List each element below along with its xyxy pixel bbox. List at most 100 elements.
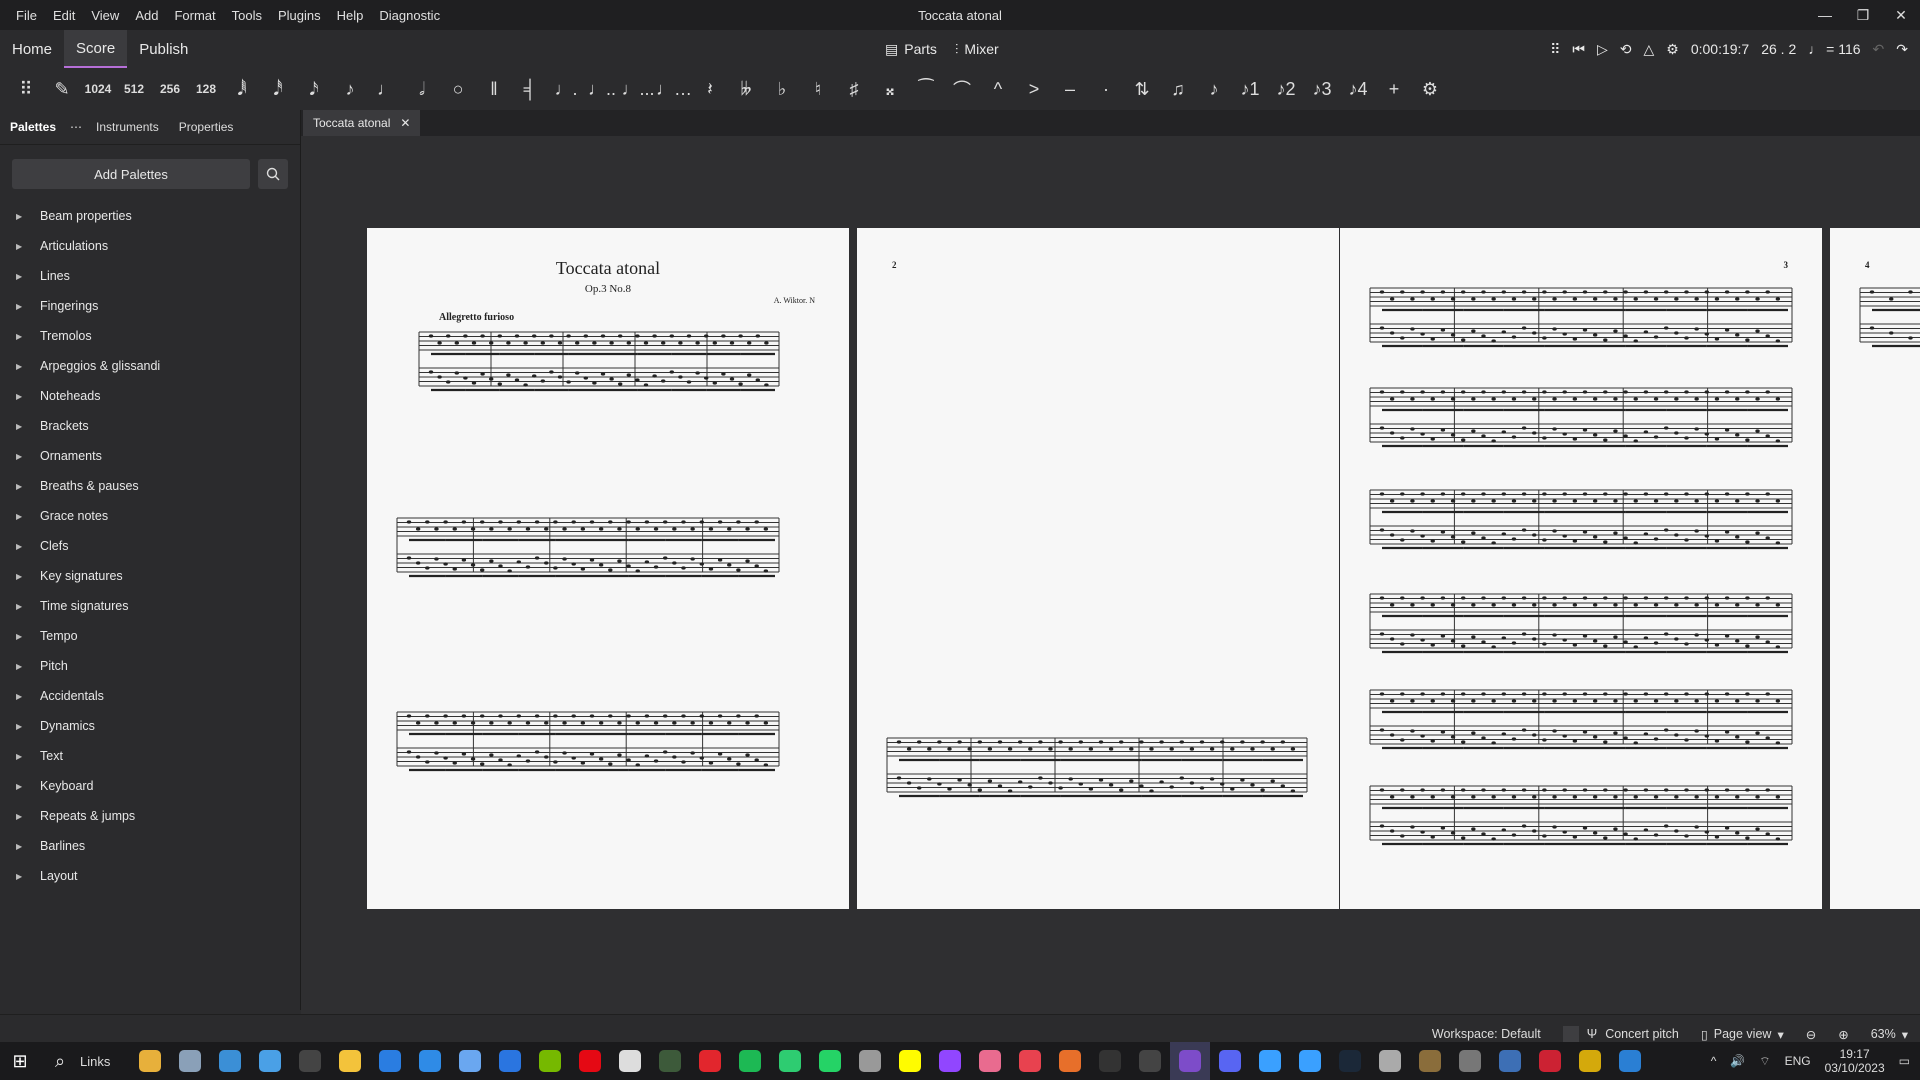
taskbar-app-icon[interactable] (170, 1042, 210, 1080)
play-icon[interactable]: ▷ (1597, 41, 1608, 58)
taskbar-app-icon[interactable] (770, 1042, 810, 1080)
zoom-out-icon[interactable]: ⊖ (1806, 1027, 1816, 1042)
natural-icon[interactable]: ♮ (800, 71, 836, 107)
mixer-button[interactable]: ⫶ Mixer (955, 41, 999, 58)
menu-plugins[interactable]: Plugins (270, 8, 329, 23)
taskbar-app-icon[interactable] (1250, 1042, 1290, 1080)
voice-4-icon[interactable]: ♪4 (1340, 71, 1376, 107)
playback-settings-icon[interactable]: ⚙ (1666, 41, 1679, 58)
parts-button[interactable]: ▤ Parts (885, 41, 937, 58)
triple-dot-icon[interactable]: ♩... (620, 71, 656, 107)
taskbar-app-icon[interactable] (1330, 1042, 1370, 1080)
palette-accidentals[interactable]: ▶ Accidentals (0, 681, 300, 711)
taskbar-app-icon[interactable] (1610, 1042, 1650, 1080)
duration-512[interactable]: 512 (116, 71, 152, 107)
palette-noteheads[interactable]: ▶ Noteheads (0, 381, 300, 411)
duration-32nd-icon[interactable]: 𝅘𝅥𝅰 (260, 71, 296, 107)
taskbar-app-icon[interactable] (970, 1042, 1010, 1080)
taskbar-app-icon[interactable] (1130, 1042, 1170, 1080)
menu-help[interactable]: Help (329, 8, 372, 23)
voice-2-icon[interactable]: ♪2 (1268, 71, 1304, 107)
tab-publish[interactable]: Publish (127, 30, 200, 68)
wifi-icon[interactable]: ⌔ (1759, 1054, 1770, 1069)
grace-note-icon[interactable]: ♪ (1196, 71, 1232, 107)
duration-longa-icon[interactable]: ╡ (512, 71, 548, 107)
palette-articulations[interactable]: ▶ Articulations (0, 231, 300, 261)
palette-clefs[interactable]: ▶ Clefs (0, 531, 300, 561)
palette-fingerings[interactable]: ▶ Fingerings (0, 291, 300, 321)
taskbar-app-icon[interactable] (690, 1042, 730, 1080)
zoom-in-icon[interactable]: ⊕ (1838, 1027, 1848, 1042)
drag-handle-icon[interactable]: ⠿ (1550, 41, 1560, 58)
volume-icon[interactable]: 🔊 (1730, 1054, 1745, 1068)
double-dot-icon[interactable]: ♩.. (584, 71, 620, 107)
accent-icon[interactable]: > (1016, 71, 1052, 107)
duration-256[interactable]: 256 (152, 71, 188, 107)
taskbar-app-icon[interactable] (1290, 1042, 1330, 1080)
taskbar-app-icon[interactable] (810, 1042, 850, 1080)
palette-arpeggios-glissandi[interactable]: ▶ Arpeggios & glissandi (0, 351, 300, 381)
zoom-level[interactable]: 63% ▾ (1871, 1027, 1908, 1042)
tab-palettes[interactable]: Palettes (0, 110, 66, 144)
tuplet-icon[interactable]: ♫ (1160, 71, 1196, 107)
taskbar-app-icon[interactable] (1370, 1042, 1410, 1080)
close-tab-icon[interactable]: ✕ (400, 116, 410, 130)
tray-chevron-icon[interactable]: ^ (1711, 1054, 1717, 1068)
menu-format[interactable]: Format (166, 8, 223, 23)
menu-edit[interactable]: Edit (45, 8, 83, 23)
taskbar-app-icon[interactable] (1410, 1042, 1450, 1080)
start-icon[interactable]: ⊞ (0, 1042, 40, 1080)
taskbar-app-icon[interactable] (130, 1042, 170, 1080)
taskbar-app-icon[interactable] (250, 1042, 290, 1080)
duration-whole-icon[interactable]: ○ (440, 71, 476, 107)
taskbar-app-icon[interactable] (850, 1042, 890, 1080)
tie-icon[interactable]: ⁀ (908, 71, 944, 107)
concert-pitch-checkbox[interactable] (1562, 1026, 1579, 1042)
palette-pitch[interactable]: ▶ Pitch (0, 651, 300, 681)
tab-properties[interactable]: Properties (169, 110, 244, 144)
note-input-pencil-icon[interactable]: ✎ (44, 71, 80, 107)
minimize-icon[interactable]: — (1806, 0, 1844, 30)
duration-eighth-icon[interactable]: ♪ (332, 71, 368, 107)
palette-ornaments[interactable]: ▶ Ornaments (0, 441, 300, 471)
restore-icon[interactable]: ❐ (1844, 0, 1882, 30)
taskbar-app-icon[interactable] (610, 1042, 650, 1080)
panel-menu-icon[interactable]: ⋯ (66, 110, 86, 144)
view-mode-selector[interactable]: ▯ Page view ▾ (1701, 1027, 1784, 1042)
dot-icon[interactable]: ♩. (548, 71, 584, 107)
taskbar-app-icon[interactable] (890, 1042, 930, 1080)
palette-repeats-jumps[interactable]: ▶ Repeats & jumps (0, 801, 300, 831)
flat-icon[interactable]: ♭ (764, 71, 800, 107)
menu-file[interactable]: File (8, 8, 45, 23)
palette-search-button[interactable] (258, 159, 288, 189)
taskbar-app-icon[interactable] (1090, 1042, 1130, 1080)
duration-1024[interactable]: 1024 (80, 71, 116, 107)
palette-breaths-pauses[interactable]: ▶ Breaths & pauses (0, 471, 300, 501)
palette-beam-properties[interactable]: ▶ Beam properties (0, 201, 300, 231)
add-palettes-button[interactable]: Add Palettes (12, 159, 250, 189)
taskbar-app-icon[interactable] (930, 1042, 970, 1080)
taskbar-app-icon[interactable] (1210, 1042, 1250, 1080)
taskbar-app-icon[interactable] (730, 1042, 770, 1080)
menu-view[interactable]: View (83, 8, 127, 23)
search-icon[interactable]: ⌕ (40, 1042, 80, 1080)
taskbar-app-icon[interactable] (570, 1042, 610, 1080)
duration-128[interactable]: 128 (188, 71, 224, 107)
palette-time-signatures[interactable]: ▶ Time signatures (0, 591, 300, 621)
palette-barlines[interactable]: ▶ Barlines (0, 831, 300, 861)
taskbar-app-icon[interactable] (210, 1042, 250, 1080)
taskbar-app-icon[interactable] (330, 1042, 370, 1080)
duration-breve-icon[interactable]: ‖ (476, 71, 512, 107)
page-2-staves[interactable] (857, 228, 1339, 909)
taskbar-app-icon[interactable] (1050, 1042, 1090, 1080)
toolbar-handle-icon[interactable]: ⠿ (8, 71, 44, 107)
taskbar-app-icon[interactable] (1170, 1042, 1211, 1080)
page-4-staves[interactable] (1830, 228, 1920, 909)
menu-tools[interactable]: Tools (224, 8, 270, 23)
slur-icon[interactable]: ⌒ (944, 71, 980, 107)
toolbar-settings-icon[interactable]: ⚙ (1412, 71, 1448, 107)
tab-score[interactable]: Score (64, 30, 128, 68)
palette-brackets[interactable]: ▶ Brackets (0, 411, 300, 441)
flip-direction-icon[interactable]: ⇅ (1124, 71, 1160, 107)
page-1-staves[interactable] (367, 228, 849, 909)
